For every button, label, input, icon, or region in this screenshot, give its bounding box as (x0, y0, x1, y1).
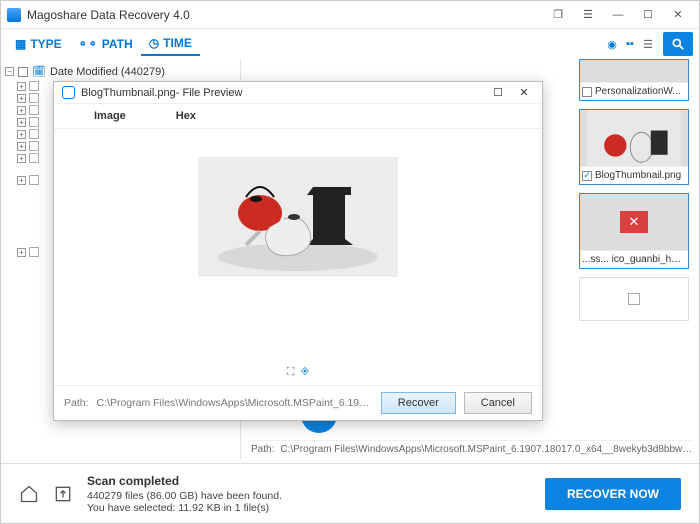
search-button[interactable] (663, 32, 693, 56)
path-value: C:\Program Files\WindowsApps\Microsoft.M… (280, 444, 693, 455)
thumbnail-image (580, 110, 688, 166)
checkbox[interactable] (582, 87, 592, 97)
checkbox[interactable] (628, 293, 640, 305)
titlebar: Magoshare Data Recovery 4.0 ❐ ☰ — ☐ ✕ (1, 1, 699, 29)
preview-icon[interactable]: ◉ (603, 35, 621, 53)
path-icon: ⚬⚬ (78, 37, 98, 51)
tab-path[interactable]: ⚬⚬ PATH (70, 33, 141, 55)
view-toolbar: ▦ TYPE ⚬⚬ PATH ◷ TIME ◉ ▪▪ ☰ (1, 29, 699, 59)
status-title: Scan completed (87, 474, 531, 488)
app-icon (7, 8, 21, 22)
checkbox[interactable] (18, 67, 28, 77)
menu-icon[interactable]: ☰ (573, 5, 603, 25)
status-found: 440279 files (86.00 GB) have been found. (87, 490, 531, 502)
tree-root-label: Date Modified (440279) (50, 66, 165, 78)
thumbnail-card-empty[interactable] (579, 277, 689, 321)
tab-path-label: PATH (102, 37, 133, 51)
file-preview-dialog: BlogThumbnail.png- File Preview ☐ ✕ Imag… (53, 81, 543, 421)
footer: Scan completed 440279 files (86.00 GB) h… (1, 463, 699, 523)
card-label: PersonalizationW... (595, 86, 681, 97)
preview-image (198, 157, 398, 277)
card-label: ico_guanbi_hover... (612, 254, 686, 265)
list-view-icon[interactable]: ☰ (639, 35, 657, 53)
card-label: BlogThumbnail.png (595, 170, 681, 181)
home-icon[interactable] (19, 484, 39, 504)
tab-type[interactable]: ▦ TYPE (7, 33, 70, 55)
thumbnail-card[interactable]: PersonalizationW... (579, 59, 689, 101)
dialog-tabs: Image Hex (54, 104, 542, 129)
maximize-button[interactable]: ☐ (633, 5, 663, 25)
app-title: Magoshare Data Recovery 4.0 (27, 8, 543, 22)
zoom-fit-icon[interactable]: ⛶ (287, 366, 295, 378)
dialog-footer: Path: C:\Program Files\WindowsApps\Micro… (54, 385, 542, 420)
preview-tool-icons: ⛶ ◈ (54, 360, 542, 385)
type-icon: ▦ (15, 37, 26, 51)
export-icon[interactable] (53, 484, 73, 504)
dialog-path-label: Path: (64, 397, 89, 409)
close-button[interactable]: ✕ (663, 5, 693, 25)
dialog-path-value: C:\Program Files\WindowsApps\Microsoft.M… (97, 397, 373, 409)
layout-icon[interactable]: ❐ (543, 5, 573, 25)
dialog-titlebar: BlogThumbnail.png- File Preview ☐ ✕ (54, 82, 542, 104)
rotate-icon[interactable]: ◈ (301, 366, 310, 378)
tree-root[interactable]: − 🗓 Date Modified (440279) (3, 63, 238, 80)
error-icon: ✕ (620, 211, 648, 233)
scan-status: Scan completed 440279 files (86.00 GB) h… (87, 474, 531, 514)
preview-tab-image[interactable]: Image (94, 110, 126, 122)
collapse-icon[interactable]: − (5, 67, 14, 76)
time-icon: ◷ (149, 36, 159, 50)
thumbnail-card[interactable]: ✕ ...ss... ico_guanbi_hover... (579, 193, 689, 269)
tab-time[interactable]: ◷ TIME (141, 32, 200, 56)
recover-now-button[interactable]: RECOVER NOW (545, 478, 681, 510)
thumbnail-image: ✕ (580, 194, 688, 250)
status-selected: You have selected: 11.92 KB in 1 file(s) (87, 502, 531, 514)
dialog-icon (62, 86, 75, 99)
thumbnail-card[interactable]: BlogThumbnail.png (579, 109, 689, 185)
minimize-button[interactable]: — (603, 5, 633, 25)
grid-view-icon[interactable]: ▪▪ (621, 35, 639, 53)
tab-type-label: TYPE (30, 37, 61, 51)
dialog-close-button[interactable]: ✕ (514, 86, 534, 99)
thumbnail-image (580, 60, 688, 82)
preview-body (54, 129, 542, 360)
thumbnail-column: PersonalizationW... BlogThumbnail.png ✕ … (579, 61, 689, 449)
recover-button[interactable]: Recover (381, 392, 456, 414)
dialog-title: BlogThumbnail.png- File Preview (81, 87, 242, 99)
cancel-button[interactable]: Cancel (464, 392, 532, 414)
checkbox[interactable] (582, 171, 592, 181)
dialog-maximize-button[interactable]: ☐ (488, 86, 508, 99)
bottom-path-bar: Path: C:\Program Files\WindowsApps\Micro… (251, 440, 693, 455)
card-label: ...ss... (582, 254, 609, 265)
preview-tab-hex[interactable]: Hex (176, 110, 196, 122)
tab-time-label: TIME (163, 36, 192, 50)
path-label: Path: (251, 444, 274, 455)
